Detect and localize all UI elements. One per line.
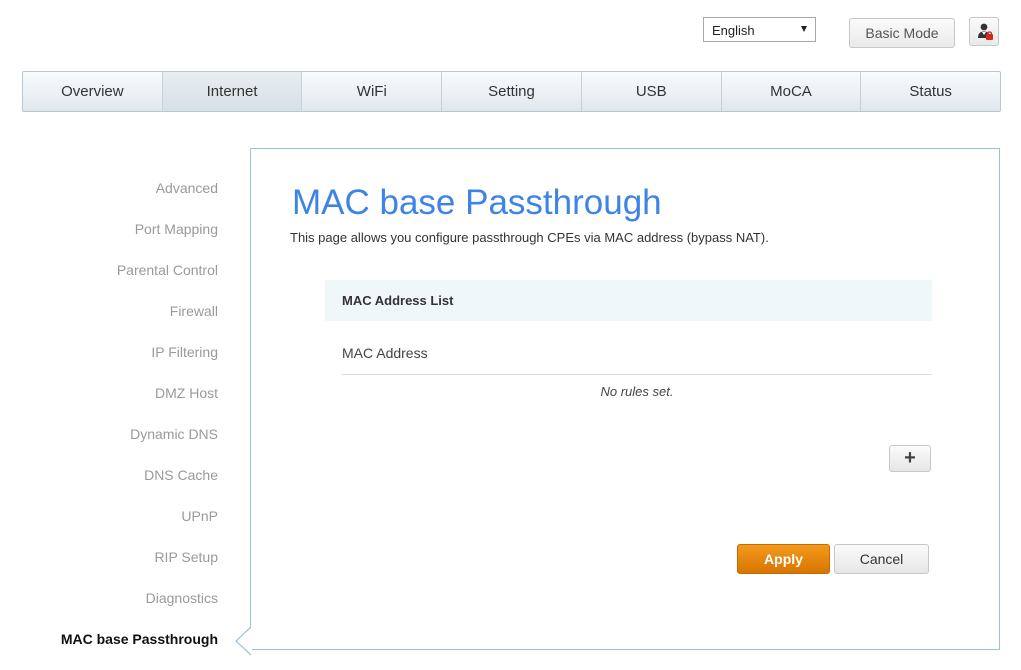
table-divider xyxy=(342,374,932,375)
sidebar-item-port-mapping[interactable]: Port Mapping xyxy=(0,218,218,259)
language-select-value: English xyxy=(712,23,755,38)
mac-address-list-header: MAC Address List xyxy=(325,280,932,321)
user-button[interactable] xyxy=(969,17,999,46)
sidebar-item-dmz-host[interactable]: DMZ Host xyxy=(0,382,218,423)
tab-moca[interactable]: MoCA xyxy=(722,72,862,111)
chevron-down-icon xyxy=(801,26,807,32)
main-nav: Overview Internet WiFi Setting USB MoCA … xyxy=(22,71,1001,112)
language-select[interactable]: English xyxy=(703,17,816,42)
empty-table-message: No rules set. xyxy=(600,384,674,399)
tab-usb[interactable]: USB xyxy=(582,72,722,111)
sidebar-item-rip-setup[interactable]: RIP Setup xyxy=(0,546,218,587)
sidebar-item-advanced[interactable]: Advanced xyxy=(0,177,218,218)
tab-status[interactable]: Status xyxy=(861,72,1000,111)
tab-setting[interactable]: Setting xyxy=(442,72,582,111)
add-rule-button[interactable]: + xyxy=(889,445,931,472)
user-icon xyxy=(978,23,993,40)
basic-mode-button[interactable]: Basic Mode xyxy=(849,18,955,48)
content-panel: MAC base Passthrough This page allows yo… xyxy=(250,148,1000,650)
sidebar-item-dns-cache[interactable]: DNS Cache xyxy=(0,464,218,505)
tab-wifi[interactable]: WiFi xyxy=(302,72,443,111)
page-title: MAC base Passthrough xyxy=(292,183,662,222)
tab-overview[interactable]: Overview xyxy=(23,72,163,111)
tab-internet[interactable]: Internet xyxy=(162,72,303,111)
sidebar-item-upnp[interactable]: UPnP xyxy=(0,505,218,546)
sidebar-item-parental-control[interactable]: Parental Control xyxy=(0,259,218,300)
sidebar-item-diagnostics[interactable]: Diagnostics xyxy=(0,587,218,628)
cancel-button[interactable]: Cancel xyxy=(834,544,929,574)
sidebar-item-firewall[interactable]: Firewall xyxy=(0,300,218,341)
sidebar: Advanced Port Mapping Parental Control F… xyxy=(0,177,218,669)
sidebar-item-dynamic-dns[interactable]: Dynamic DNS xyxy=(0,423,218,464)
sidebar-item-ip-filtering[interactable]: IP Filtering xyxy=(0,341,218,382)
page-description: This page allows you configure passthrou… xyxy=(290,230,769,245)
apply-button[interactable]: Apply xyxy=(737,544,830,574)
sidebar-item-mac-base-passthrough[interactable]: MAC base Passthrough xyxy=(0,628,218,669)
column-header-mac-address: MAC Address xyxy=(342,345,428,361)
active-item-pointer xyxy=(235,626,252,656)
